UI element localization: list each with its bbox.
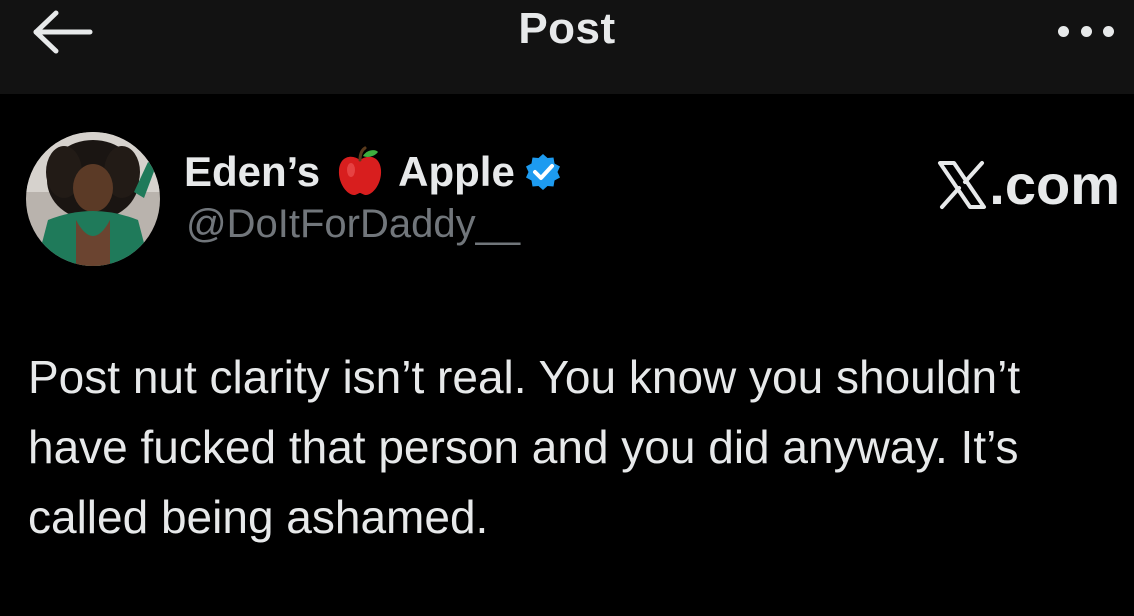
author-name-first: Eden’s [184,148,321,195]
author-display-name[interactable]: Eden’s Apple [184,146,563,198]
post-screen: Post Eden’s Apple @DoItForDaddy__ .com P… [0,0,1134,616]
verified-badge-icon [523,152,563,192]
more-horizontal-icon [1058,25,1069,37]
watermark-text: .com [989,153,1120,216]
page-title: Post [518,4,616,53]
x-com-watermark: .com [937,152,1120,217]
author-handle[interactable]: @DoItForDaddy__ [186,202,520,247]
more-horizontal-icon-dot [1103,25,1114,37]
apple-emoji [334,146,386,198]
more-options-button[interactable] [1058,18,1114,44]
avatar[interactable] [26,132,160,266]
x-logo-icon [938,160,987,209]
more-horizontal-icon-dot [1080,25,1092,37]
top-navigation-bar: Post [0,0,1134,94]
post-body-text: Post nut clarity isn’t real. You know yo… [28,351,1021,543]
author-name-second: Apple [398,148,515,195]
